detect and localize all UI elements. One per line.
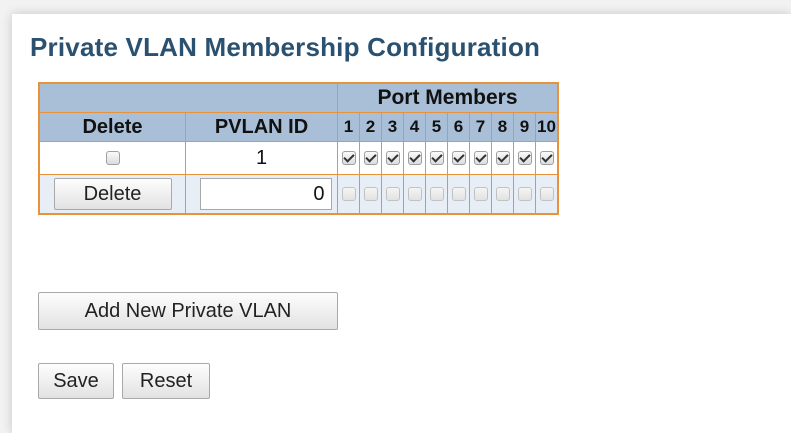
delete-column-header: Delete [38,112,186,142]
pvlan-membership-table: Port Members Delete PVLAN ID 1 2 3 4 5 6… [38,82,559,215]
reset-button[interactable]: Reset [122,363,210,399]
table-row: Delete 0 [38,174,559,215]
member-checkbox[interactable] [495,186,510,201]
port-header-6: 6 [447,112,470,142]
member-checkbox[interactable] [341,186,356,201]
member-checkbox[interactable] [517,150,532,165]
member-checkbox[interactable] [363,186,378,201]
delete-checkbox[interactable] [105,150,120,165]
member-checkbox[interactable] [517,186,532,201]
add-new-private-vlan-button[interactable]: Add New Private VLAN [38,292,338,330]
pvlan-id-cell: 0 [185,174,338,215]
member-checkbox[interactable] [341,150,356,165]
save-button[interactable]: Save [38,363,114,399]
port-header-1: 1 [337,112,360,142]
member-checkbox[interactable] [539,186,554,201]
port-members-header: Port Members [337,82,559,113]
member-checkbox[interactable] [473,150,488,165]
port-header-4: 4 [403,112,426,142]
delete-cell: Delete [38,174,186,215]
pvlan-id-value: 1 [185,141,338,175]
member-checkbox[interactable] [495,150,510,165]
port-header-10: 10 [535,112,559,142]
member-checkbox[interactable] [385,150,400,165]
page-title: Private VLAN Membership Configuration [30,32,541,62]
port-header-3: 3 [381,112,404,142]
delete-button[interactable]: Delete [53,178,172,210]
member-checkbox[interactable] [385,186,400,201]
port-header-9: 9 [513,112,536,142]
member-checkbox[interactable] [539,150,554,165]
pvlan-id-input[interactable]: 0 [199,178,332,210]
port-header-2: 2 [359,112,382,142]
member-checkbox[interactable] [407,186,422,201]
member-checkbox[interactable] [473,186,488,201]
table-row: 1 [38,141,559,175]
delete-cell [38,141,186,175]
pvlan-id-column-header: PVLAN ID [185,112,338,142]
member-checkbox[interactable] [407,150,422,165]
port-header-8: 8 [491,112,514,142]
member-checkbox[interactable] [363,150,378,165]
member-checkbox[interactable] [429,150,444,165]
port-header-7: 7 [469,112,492,142]
header-blank [38,82,338,113]
port-header-5: 5 [425,112,448,142]
member-checkbox[interactable] [451,150,466,165]
member-checkbox[interactable] [429,186,444,201]
member-checkbox[interactable] [451,186,466,201]
